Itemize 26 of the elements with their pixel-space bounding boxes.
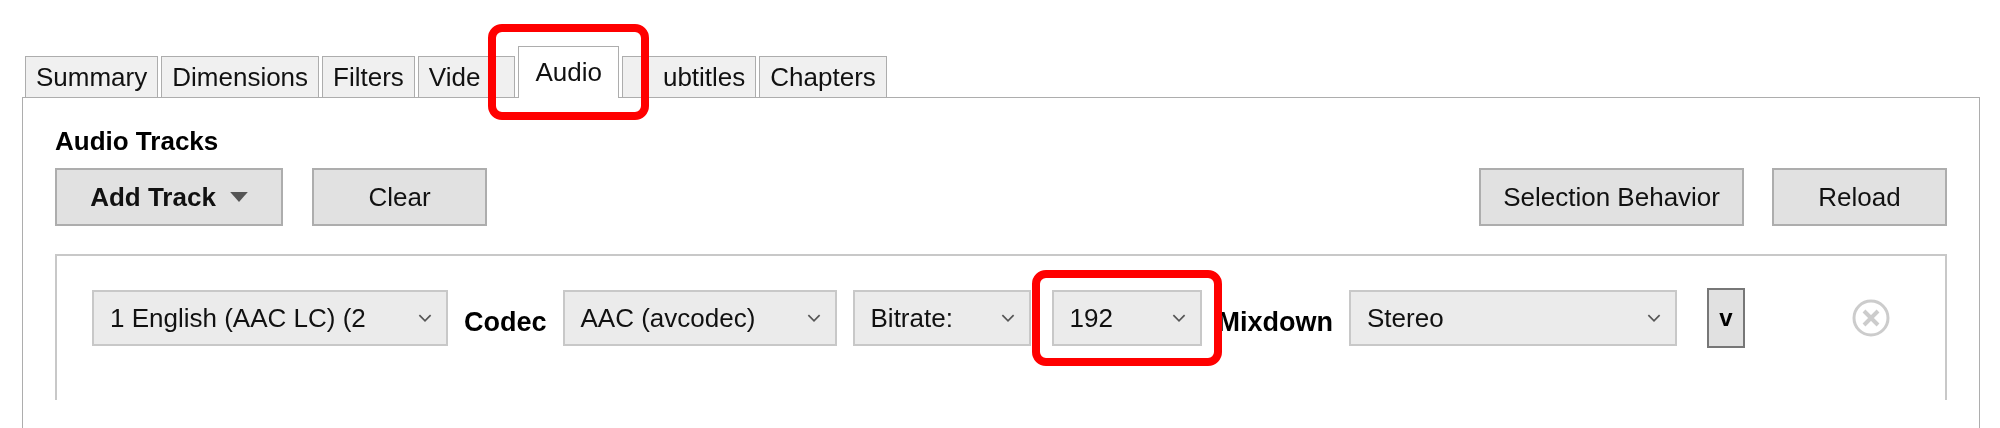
tab[interactable]: Dimensions — [161, 56, 320, 97]
chevron-icon — [1647, 313, 1662, 323]
small-button[interactable]: v — [1707, 288, 1746, 348]
chevron-icon — [1171, 313, 1186, 323]
button[interactable]: Selection Behavior — [1479, 168, 1744, 226]
dropdown[interactable]: Bitrate: — [852, 290, 1031, 346]
dropdown[interactable]: AAC (avcodec) — [562, 290, 837, 346]
tab[interactable]: ubtitles — [621, 56, 757, 97]
tab[interactable]: Vide — [417, 56, 516, 97]
remove-icon[interactable] — [1851, 298, 1892, 338]
add-track-button[interactable]: Add Track — [55, 168, 283, 226]
tab[interactable]: Audio — [518, 46, 619, 98]
dropdown[interactable]: 192 — [1051, 290, 1202, 346]
section-title: Audio Tracks — [55, 126, 220, 156]
tab[interactable]: Filters — [322, 56, 415, 97]
chevron-icon — [1000, 313, 1015, 323]
tab[interactable]: Summary — [25, 56, 159, 97]
caret-icon — [229, 191, 248, 203]
dropdown[interactable]: Stereo — [1349, 290, 1678, 346]
button[interactable]: Clear — [312, 168, 487, 226]
chevron-icon — [418, 313, 432, 323]
field-label: Codec — [464, 305, 547, 338]
dropdown[interactable]: 1 English (AAC LC) (2 — [92, 290, 448, 346]
button[interactable]: Reload — [1772, 168, 1947, 226]
tab[interactable]: Chapters — [759, 56, 887, 97]
chevron-icon — [806, 313, 821, 323]
